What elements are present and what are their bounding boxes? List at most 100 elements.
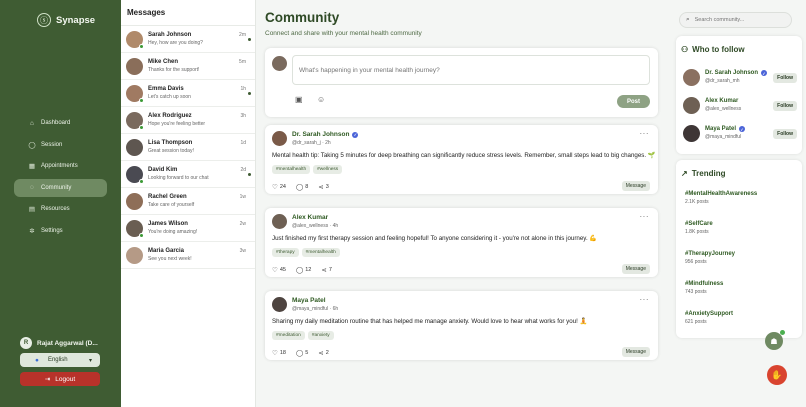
hashtag-chip[interactable]: #therapy [272, 248, 299, 257]
user-profile[interactable]: R Rajat Aggarwal (D... [20, 337, 98, 349]
calendar-icon: ▦ [28, 163, 36, 170]
sidebar-item-session[interactable]: ◯ Session [14, 136, 107, 154]
message-sender: Emma Davis [148, 86, 184, 92]
message-time: 2d [240, 167, 246, 173]
message-preview: Great session today! [148, 148, 194, 154]
image-icon[interactable]: ▣ [295, 95, 303, 104]
follow-name[interactable]: Alex Kumar [705, 98, 738, 104]
post-author[interactable]: Dr. Sarah Johnson ✓ [292, 131, 359, 138]
more-options-icon[interactable]: ··· [640, 212, 650, 221]
sidebar-item-appointments[interactable]: ▦ Appointments [14, 157, 107, 175]
trending-item[interactable]: #Mindfulness 743 posts [685, 281, 723, 295]
message-time: 2m [239, 32, 246, 38]
more-options-icon[interactable]: ··· [640, 129, 650, 138]
follow-name[interactable]: Maya Patel ✓ [705, 126, 746, 132]
trending-item[interactable]: #MentalHealthAwareness 2.1K posts [685, 191, 757, 205]
brand[interactable]: ⓢ Synapse [37, 13, 95, 27]
comment-button[interactable]: ◯ 5 [296, 349, 308, 357]
comment-count: 5 [305, 350, 309, 356]
card-title-text: Who to follow [692, 45, 745, 54]
message-item[interactable]: Emma Davis Let's catch up soon 1h [121, 80, 255, 107]
message-item[interactable]: James Wilson You're doing amazing! 2w [121, 215, 255, 242]
hashtag-chip[interactable]: #mentalhealth [301, 248, 340, 257]
message-time: 2w [239, 221, 246, 227]
like-count: 45 [279, 267, 286, 273]
message-preview: Looking forward to our chat [148, 175, 209, 181]
author-name: Dr. Sarah Johnson [292, 131, 350, 138]
search-input[interactable] [694, 17, 780, 23]
sidebar-item-resources[interactable]: ▤ Resources [14, 200, 107, 218]
message-preview: See you next week! [148, 256, 192, 262]
message-item[interactable]: Mike Chen Thanks for the support! 5m [121, 53, 255, 80]
message-button[interactable]: Message [621, 347, 650, 357]
follow-name[interactable]: Dr. Sarah Johnson ✓ [705, 70, 768, 76]
post-author[interactable]: Maya Patel [292, 297, 326, 304]
message-sender: Lisa Thompson [148, 140, 193, 146]
message-item[interactable]: Maria Garcia See you next week! 3w [121, 242, 255, 269]
post-input[interactable] [292, 55, 650, 85]
message-body: David Kim Looking forward to our chat [148, 167, 250, 181]
sidebar-item-community[interactable]: ◌ Community [14, 178, 107, 197]
avatar[interactable] [272, 214, 287, 229]
emoji-icon[interactable]: ☺ [317, 95, 325, 104]
user-name: Dr. Sarah Johnson [705, 70, 759, 76]
trending-tag: #SelfCare [685, 221, 713, 227]
trending-item[interactable]: #AnxietySupport 621 posts [685, 311, 733, 325]
follow-button[interactable]: Follow [773, 129, 797, 139]
avatar[interactable] [272, 297, 287, 312]
comment-count: 8 [305, 184, 309, 190]
hashtag-chip[interactable]: #wellness [313, 165, 343, 174]
message-button[interactable]: Message [621, 181, 650, 191]
follow-button[interactable]: Follow [773, 73, 797, 83]
sidebar-item-dashboard[interactable]: ⌂ Dashboard [14, 114, 107, 132]
post-author[interactable]: Alex Kumar [292, 214, 328, 221]
message-body: Lisa Thompson Great session today! [148, 140, 250, 154]
avatar[interactable] [272, 131, 287, 146]
online-indicator [139, 178, 144, 184]
message-preview: Take care of yourself [148, 202, 195, 208]
message-item[interactable]: David Kim Looking forward to our chat 2d [121, 161, 255, 188]
like-button[interactable]: ♡ 18 [272, 349, 286, 357]
online-indicator [139, 97, 144, 103]
logout-button[interactable]: ⇥ Logout [20, 372, 100, 386]
comment-button[interactable]: ◯ 8 [296, 183, 308, 191]
trending-item[interactable]: #SelfCare 1.8K posts [685, 221, 713, 235]
post-button[interactable]: Post [617, 95, 650, 108]
sidebar-item-settings[interactable]: ✲ Settings [14, 222, 107, 240]
post-text: Mental health tip: Taking 5 minutes for … [272, 152, 656, 159]
language-select[interactable]: ● English ▾ [20, 353, 100, 367]
comment-button[interactable]: ◯ 12 [296, 266, 311, 274]
robot-icon: ☗ [770, 336, 778, 346]
message-item[interactable]: Sarah Johnson Hey, how are you doing? 2m [121, 26, 255, 53]
avatar[interactable] [683, 97, 700, 114]
message-body: James Wilson You're doing amazing! [148, 221, 250, 235]
avatar[interactable] [683, 69, 700, 86]
message-item[interactable]: Rachel Green Take care of yourself 1w [121, 188, 255, 215]
like-button[interactable]: ♡ 24 [272, 183, 286, 191]
hashtag-chip[interactable]: #meditation [272, 331, 305, 340]
post-tags: #meditation #anxiety [272, 331, 334, 340]
follow-button[interactable]: Follow [773, 101, 797, 111]
share-button[interactable]: ⋖ 3 [318, 183, 329, 191]
share-icon: ⋖ [321, 267, 327, 274]
like-button[interactable]: ♡ 45 [272, 266, 286, 274]
add-user-icon: ⚇ [681, 45, 689, 54]
more-options-icon[interactable]: ··· [640, 295, 650, 304]
support-button[interactable]: ✋ [767, 365, 787, 385]
share-button[interactable]: ⋖ 2 [318, 349, 329, 357]
message-item[interactable]: Lisa Thompson Great session today! 1d [121, 134, 255, 161]
search-box[interactable]: ⌕ [679, 12, 792, 28]
like-count: 18 [279, 350, 286, 356]
message-item[interactable]: Alex Rodriguez Hope you're feeling better… [121, 107, 255, 134]
message-button[interactable]: Message [621, 264, 650, 274]
chat-bot-button[interactable]: ☗ [765, 330, 785, 350]
hashtag-chip[interactable]: #mentalhealth [272, 165, 311, 174]
share-button[interactable]: ⋖ 7 [321, 266, 332, 274]
share-icon: ⋖ [318, 350, 324, 357]
avatar[interactable] [683, 125, 700, 142]
avatar [126, 84, 144, 103]
online-indicator [139, 43, 144, 49]
follow-suggestion: Dr. Sarah Johnson ✓ @dr_sarah_mh Follow [683, 69, 797, 89]
hashtag-chip[interactable]: #anxiety [307, 331, 334, 340]
trending-item[interactable]: #TherapyJourney 956 posts [685, 251, 735, 265]
